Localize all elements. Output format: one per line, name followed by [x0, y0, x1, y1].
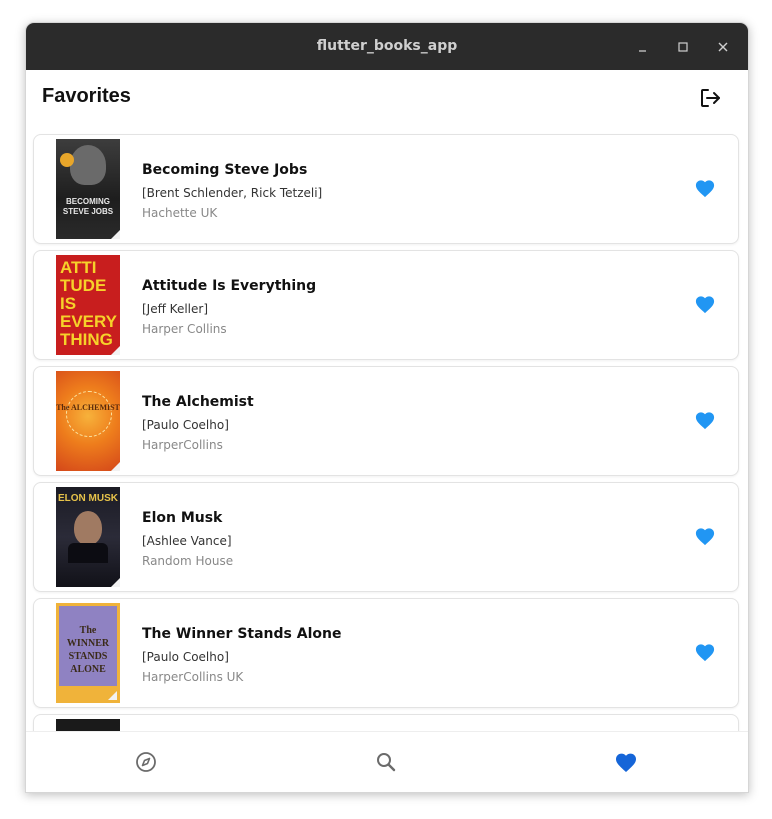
book-publisher: Random House	[142, 554, 234, 568]
book-title: The Alchemist	[142, 394, 254, 410]
cover-title: The ALCHEMIST	[56, 403, 120, 412]
book-title: Elon Musk	[142, 510, 223, 526]
bottom-navigation	[26, 731, 748, 792]
book-cover-image	[56, 719, 120, 731]
minimize-icon[interactable]	[633, 37, 653, 57]
book-title: The Winner Stands Alone	[142, 626, 342, 642]
cover-title: ELON MUSK	[58, 493, 118, 504]
favorites-list[interactable]: BECOMING STEVE JOBS Becoming Steve Jobs …	[26, 127, 748, 731]
app-bar: Favorites	[26, 70, 748, 127]
cover-title: BECOMING STEVE JOBS	[62, 197, 114, 216]
book-title: Attitude Is Everything	[142, 278, 317, 294]
book-authors: [Jeff Keller]	[142, 302, 209, 316]
book-publisher: HarperCollins UK	[142, 670, 244, 684]
book-authors: [Paulo Coelho]	[142, 418, 229, 432]
book-cover-image: ELON MUSK	[56, 487, 120, 587]
page-title: Favorites	[42, 85, 131, 107]
book-card[interactable]: The ALCHEMIST The Alchemist [Paulo Coelh…	[33, 366, 739, 476]
book-authors: [Paulo Coelho]	[142, 650, 229, 664]
book-card[interactable]: BECOMING STEVE JOBS Becoming Steve Jobs …	[33, 134, 739, 244]
book-cover-image: ATTI TUDE IS EVERY THING	[56, 255, 120, 355]
cover-title: The WINNER STANDS ALONE	[66, 625, 110, 675]
book-card[interactable]	[33, 714, 739, 731]
book-cover-image: The WINNER STANDS ALONE	[56, 603, 120, 703]
book-publisher: HarperCollins	[142, 438, 223, 452]
book-cover-image: The ALCHEMIST	[56, 371, 120, 471]
book-card[interactable]: ELON MUSK Elon Musk [Ashlee Vance] Rando…	[33, 482, 739, 592]
maximize-icon[interactable]	[673, 37, 693, 57]
favorite-heart-icon[interactable]	[694, 410, 716, 430]
heart-icon[interactable]	[614, 750, 638, 774]
app-window: flutter_books_app Favorites BECOMING STE…	[25, 22, 749, 793]
favorite-heart-icon[interactable]	[694, 642, 716, 662]
logout-icon[interactable]	[698, 86, 722, 110]
book-card[interactable]: The WINNER STANDS ALONE The Winner Stand…	[33, 598, 739, 708]
cover-title: ATTI TUDE IS EVERY THING	[60, 258, 117, 349]
search-icon[interactable]	[374, 750, 398, 774]
favorite-heart-icon[interactable]	[694, 178, 716, 198]
favorite-heart-icon[interactable]	[694, 526, 716, 546]
book-cover-image: BECOMING STEVE JOBS	[56, 139, 120, 239]
title-bar: flutter_books_app	[26, 23, 748, 70]
close-icon[interactable]	[713, 37, 733, 57]
favorite-heart-icon[interactable]	[694, 294, 716, 314]
book-authors: [Brent Schlender, Rick Tetzeli]	[142, 186, 323, 200]
book-publisher: Harper Collins	[142, 322, 227, 336]
book-publisher: Hachette UK	[142, 206, 218, 220]
compass-icon[interactable]	[134, 750, 158, 774]
book-title: Becoming Steve Jobs	[142, 162, 308, 178]
book-card[interactable]: ATTI TUDE IS EVERY THING Attitude Is Eve…	[33, 250, 739, 360]
book-authors: [Ashlee Vance]	[142, 534, 232, 548]
